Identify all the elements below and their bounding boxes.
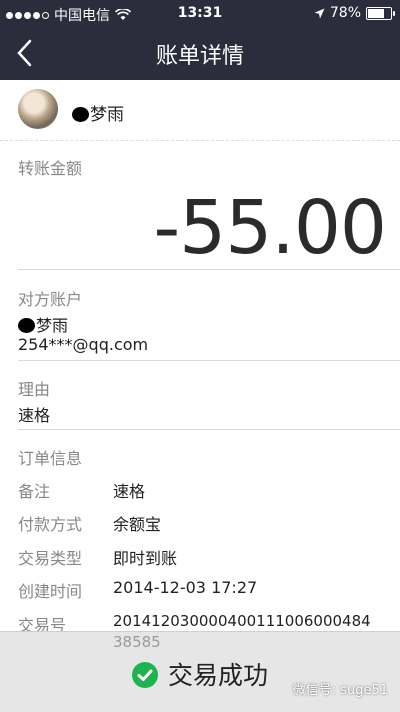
user-row[interactable] [0, 80, 400, 141]
account-name-row: 梦雨 [18, 312, 68, 336]
order-row-label: 交易类型 [18, 549, 83, 568]
user-name-row: 梦雨 [72, 100, 124, 125]
watermark: 微信号: suge51 [292, 683, 388, 698]
avatar [18, 89, 58, 129]
page-title: 账单详情 [155, 44, 244, 69]
order-row-value: 2014-12-03 17:27 [113, 578, 258, 597]
status-bar: 中国电信 13:31 78% [0, 0, 400, 28]
order-title: 订单信息 [18, 449, 83, 468]
account-label: 对方账户 [18, 290, 83, 309]
order-row-value: 即时到账 [113, 549, 178, 568]
reason-label: 理由 [18, 380, 51, 399]
battery-percent: 78% [329, 5, 361, 21]
check-circle-icon [131, 662, 158, 688]
amount-label: 转账金额 [18, 159, 83, 178]
trade-number-tail: 38585 [113, 633, 161, 651]
account-email: 254***@qq.com [18, 335, 149, 354]
status-footer: 交易成功 微信号: suge51 [0, 631, 400, 712]
order-row-label: 创建时间 [18, 582, 83, 601]
amount-value: -55.00 [153, 185, 387, 271]
divider [18, 429, 400, 430]
battery-icon [366, 6, 395, 20]
reason-value: 速格 [18, 406, 51, 425]
order-row-label: 付款方式 [18, 515, 83, 534]
order-row-label: 备注 [18, 482, 51, 501]
user-name: 梦雨 [90, 105, 124, 125]
order-row-value: 余额宝 [113, 515, 162, 534]
redaction-mark [18, 318, 35, 333]
trade-number: 201412030000400111006000484 [113, 612, 371, 630]
divider [18, 269, 400, 270]
divider [18, 360, 400, 361]
account-name: 梦雨 [36, 316, 69, 335]
location-arrow-icon [314, 8, 325, 18]
redaction-mark [72, 107, 89, 122]
top-bar: 中国电信 13:31 78% 账单详情 [0, 0, 400, 80]
success-label: 交易成功 [167, 661, 268, 690]
order-row-value: 速格 [113, 482, 146, 501]
